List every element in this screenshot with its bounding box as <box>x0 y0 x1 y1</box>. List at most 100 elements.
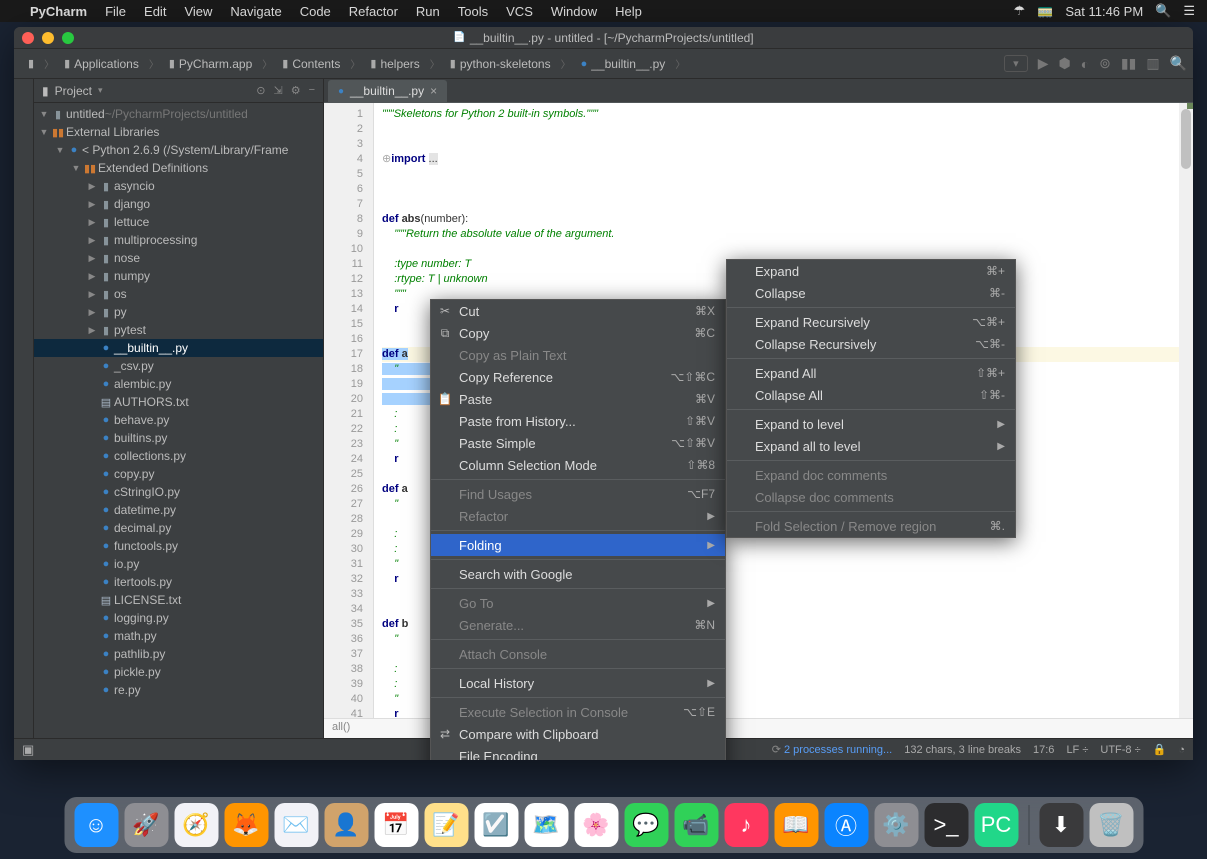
file-encoding[interactable]: UTF-8 ÷ <box>1100 744 1140 756</box>
run-config-dropdown[interactable]: ▾ <box>1004 55 1028 72</box>
tree-item[interactable]: ●_csv.py <box>34 357 323 375</box>
tree-arrow-icon[interactable]: ▼ <box>70 163 82 173</box>
tree-item[interactable]: ▼●< Python 2.6.9 (/System/Library/Frame <box>34 141 323 159</box>
lock-icon[interactable]: 🔒 <box>1153 743 1167 756</box>
line-gutter[interactable]: 1234567891011121314151617181920212223242… <box>324 103 374 718</box>
tree-item[interactable]: ●functools.py <box>34 537 323 555</box>
dock-notes-icon[interactable]: 📝 <box>424 803 468 847</box>
tree-item[interactable]: ▼▮▮Extended Definitions <box>34 159 323 177</box>
dock-maps-icon[interactable]: 🗺️ <box>524 803 568 847</box>
tree-item[interactable]: ●logging.py <box>34 609 323 627</box>
dock-firefox-icon[interactable]: 🦊 <box>224 803 268 847</box>
editor-tab[interactable]: ● __builtin__.py × <box>328 80 447 102</box>
tree-item[interactable]: ●math.py <box>34 627 323 645</box>
profile-button[interactable]: ⊚ <box>1099 55 1111 72</box>
tree-item[interactable]: ▤AUTHORS.txt <box>34 393 323 411</box>
dock-reminders-icon[interactable]: ☑️ <box>474 803 518 847</box>
tree-item[interactable]: ●__builtin__.py <box>34 339 323 357</box>
tree-item[interactable]: ●alembic.py <box>34 375 323 393</box>
menu-window[interactable]: Window <box>551 4 597 19</box>
layout-button[interactable]: ▥ <box>1146 55 1159 72</box>
tree-item[interactable]: ▶▮nose <box>34 249 323 267</box>
tree-arrow-icon[interactable]: ▶ <box>86 307 98 318</box>
tree-item[interactable]: ●collections.py <box>34 447 323 465</box>
dock-downloads-icon[interactable]: ⬇ <box>1039 803 1083 847</box>
menu-item-expand[interactable]: Expand⌘+ <box>727 260 1015 282</box>
menu-file[interactable]: File <box>105 4 126 19</box>
tree-item[interactable]: ●re.py <box>34 681 323 699</box>
dock-facetime-icon[interactable]: 📹 <box>674 803 718 847</box>
tree-item[interactable]: ●behave.py <box>34 411 323 429</box>
menu-view[interactable]: View <box>184 4 212 19</box>
menu-item-collapse-all[interactable]: Collapse All⇧⌘- <box>727 384 1015 406</box>
caret-position[interactable]: 17:6 <box>1033 744 1054 756</box>
menu-navigate[interactable]: Navigate <box>230 4 281 19</box>
menu-item-search-with-google[interactable]: Search with Google <box>431 563 725 585</box>
editor-scrollbar[interactable] <box>1179 103 1193 718</box>
window-titlebar[interactable]: 📄 __builtin__.py - untitled - [~/Pycharm… <box>14 27 1193 49</box>
menu-vcs[interactable]: VCS <box>506 4 533 19</box>
tree-item[interactable]: ●io.py <box>34 555 323 573</box>
tree-arrow-icon[interactable]: ▼ <box>38 127 50 137</box>
tree-item[interactable]: ●pickle.py <box>34 663 323 681</box>
menu-refactor[interactable]: Refactor <box>349 4 398 19</box>
menu-tools[interactable]: Tools <box>458 4 488 19</box>
processes-indicator[interactable]: ⟳ 2 processes running... <box>772 743 893 756</box>
dock-messages-icon[interactable]: 💬 <box>624 803 668 847</box>
breadcrumb-item[interactable]: ▮Applications <box>56 55 147 73</box>
sidebar-tab-strip[interactable] <box>14 79 34 738</box>
tree-arrow-icon[interactable]: ▶ <box>86 235 98 246</box>
scrollbar-thumb[interactable] <box>1181 109 1191 169</box>
dock-finder-icon[interactable]: ☺ <box>74 803 118 847</box>
stop-button[interactable]: ▮▮ <box>1121 55 1136 72</box>
tree-item[interactable]: ●itertools.py <box>34 573 323 591</box>
dock-preferences-icon[interactable]: ⚙️ <box>874 803 918 847</box>
tree-item[interactable]: ▶▮os <box>34 285 323 303</box>
menu-item-paste[interactable]: 📋Paste⌘V <box>431 388 725 410</box>
dock-terminal-icon[interactable]: >_ <box>924 803 968 847</box>
tree-arrow-icon[interactable]: ▶ <box>86 325 98 336</box>
dock-appstore-icon[interactable]: Ⓐ <box>824 803 868 847</box>
notification-center-icon[interactable]: ☰ <box>1183 3 1195 19</box>
tree-item[interactable]: ●decimal.py <box>34 519 323 537</box>
menu-item-folding[interactable]: Folding▶ <box>431 534 725 556</box>
tree-item[interactable]: ▼▮untitled ~/PycharmProjects/untitled <box>34 105 323 123</box>
menu-item-collapse-recursively[interactable]: Collapse Recursively⌥⌘- <box>727 333 1015 355</box>
tree-arrow-icon[interactable]: ▶ <box>86 217 98 228</box>
tree-item[interactable]: ▶▮multiprocessing <box>34 231 323 249</box>
status-left[interactable]: ▣ <box>22 742 34 758</box>
tree-item[interactable]: ▶▮asyncio <box>34 177 323 195</box>
breadcrumb-item[interactable]: ▮Contents <box>274 55 348 73</box>
tree-item[interactable]: ▶▮lettuce <box>34 213 323 231</box>
tree-item[interactable]: ▶▮numpy <box>34 267 323 285</box>
menu-item-paste-simple[interactable]: Paste Simple⌥⇧⌘V <box>431 432 725 454</box>
umbrella-icon[interactable]: ☂ <box>1014 3 1026 19</box>
tree-item[interactable]: ▶▮pytest <box>34 321 323 339</box>
dock-ibooks-icon[interactable]: 📖 <box>774 803 818 847</box>
dock-photos-icon[interactable]: 🌸 <box>574 803 618 847</box>
menu-edit[interactable]: Edit <box>144 4 166 19</box>
window-close-button[interactable] <box>22 32 34 44</box>
search-everywhere-icon[interactable]: 🔍 <box>1170 55 1187 72</box>
tree-item[interactable]: ●cStringIO.py <box>34 483 323 501</box>
dock-pycharm-icon[interactable]: PC <box>974 803 1018 847</box>
breadcrumb-item[interactable]: ▮PyCharm.app <box>161 55 260 73</box>
dock-trash-icon[interactable]: 🗑️ <box>1089 803 1133 847</box>
menu-item-local-history[interactable]: Local History▶ <box>431 672 725 694</box>
breadcrumb-root[interactable]: ▮ <box>20 55 42 72</box>
tree-arrow-icon[interactable]: ▶ <box>86 271 98 282</box>
menu-code[interactable]: Code <box>300 4 331 19</box>
hector-icon[interactable]: ◔ <box>1178 744 1185 756</box>
breadcrumb-item[interactable]: ▮python-skeletons <box>442 55 559 73</box>
coverage-button[interactable]: ◐ <box>1081 56 1089 72</box>
menu-item-expand-all-to-level[interactable]: Expand all to level▶ <box>727 435 1015 457</box>
tree-arrow-icon[interactable]: ▶ <box>86 181 98 192</box>
app-name[interactable]: PyCharm <box>30 4 87 19</box>
tree-item[interactable]: ▶▮django <box>34 195 323 213</box>
tree-item[interactable]: ▤LICENSE.txt <box>34 591 323 609</box>
window-maximize-button[interactable] <box>62 32 74 44</box>
tree-arrow-icon[interactable]: ▶ <box>86 253 98 264</box>
tree-item[interactable]: ●datetime.py <box>34 501 323 519</box>
tree-arrow-icon[interactable]: ▶ <box>86 289 98 300</box>
dock-calendar-icon[interactable]: 📅 <box>374 803 418 847</box>
